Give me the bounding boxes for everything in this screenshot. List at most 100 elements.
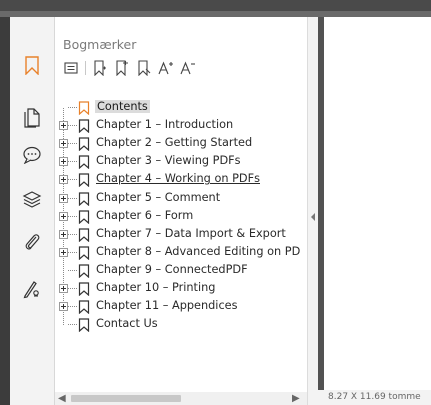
- bookmark-item[interactable]: Chapter 2 – Getting Started: [55, 135, 307, 153]
- bookmark-item[interactable]: Chapter 3 – Viewing PDFs: [55, 153, 307, 171]
- pages-tab[interactable]: [10, 103, 54, 133]
- bookmark-icon: [78, 209, 90, 224]
- status-bar: 8.27 X 11.69 tomme: [318, 390, 431, 405]
- tree-branch-line: [68, 215, 77, 217]
- comments-icon: [23, 146, 41, 164]
- pages-icon: [24, 108, 40, 128]
- add-child-bookmark-button[interactable]: [112, 58, 132, 78]
- tree-branch-line: [68, 306, 77, 308]
- bookmarks-tree-viewport: Contents Chapter 1 – Introduction Chapter …: [55, 99, 307, 399]
- document-area: [318, 17, 431, 405]
- bookmark-label[interactable]: Contact Us: [96, 317, 158, 330]
- options-icon: [64, 62, 78, 74]
- expand-icon[interactable]: [59, 193, 68, 203]
- add-bookmark-button[interactable]: [90, 58, 110, 78]
- bookmark-label[interactable]: Chapter 1 – Introduction: [96, 118, 233, 131]
- bookmark-icon: [78, 119, 90, 134]
- tree-branch-line: [68, 251, 77, 253]
- delete-bookmark-button[interactable]: [134, 58, 154, 78]
- bookmark-label[interactable]: Chapter 8 – Advanced Editing on PD: [96, 245, 300, 258]
- tree-branch-line: [68, 197, 77, 199]
- bookmark-icon: [78, 300, 90, 315]
- bookmark-item[interactable]: Chapter 8 – Advanced Editing on PD: [55, 244, 307, 262]
- bookmark-item[interactable]: Chapter 7 – Data Import & Export: [55, 226, 307, 244]
- expand-icon[interactable]: [59, 175, 68, 185]
- bookmark-label[interactable]: Chapter 2 – Getting Started: [96, 136, 252, 149]
- toolbar-separator: [85, 61, 86, 75]
- tree-branch-line: [68, 107, 77, 108]
- scroll-right-icon[interactable]: ▶: [292, 393, 300, 404]
- expand-icon[interactable]: [59, 157, 68, 167]
- increase-text-size-icon: [158, 61, 173, 75]
- bookmark-item[interactable]: Chapter 4 – Working on PDFs: [55, 171, 307, 189]
- bookmark-item[interactable]: Contact Us: [55, 316, 307, 334]
- bookmarks-toolbar: [61, 58, 200, 78]
- bookmark-label[interactable]: Chapter 11 – Appendices: [96, 299, 238, 312]
- left-rail: [0, 17, 10, 405]
- bookmark-item[interactable]: Chapter 5 – Comment: [55, 190, 307, 208]
- bookmark-item[interactable]: Chapter 6 – Form: [55, 208, 307, 226]
- bookmark-icon: [78, 155, 90, 170]
- bookmarks-icon: [25, 55, 39, 75]
- document-page[interactable]: [324, 17, 431, 390]
- scroll-left-icon[interactable]: ◀: [58, 393, 66, 404]
- options-button[interactable]: [61, 58, 81, 78]
- bookmark-icon: [78, 173, 90, 188]
- tree-branch-line: [68, 179, 77, 181]
- bookmark-icon: [78, 137, 90, 152]
- bookmark-icon: [78, 282, 90, 296]
- bookmark-item[interactable]: Chapter 11 – Appendices: [55, 298, 307, 316]
- horizontal-scrollbar[interactable]: ◀ ▶: [55, 392, 307, 405]
- bookmark-label[interactable]: Chapter 7 – Data Import & Export: [96, 227, 286, 240]
- expand-icon[interactable]: [59, 302, 68, 312]
- attachments-icon: [25, 234, 40, 250]
- bookmark-icon: [78, 264, 90, 278]
- expand-icon[interactable]: [59, 211, 68, 221]
- bookmark-label[interactable]: Chapter 4 – Working on PDFs: [96, 172, 260, 185]
- bookmark-label[interactable]: Chapter 5 – Comment: [96, 191, 220, 204]
- tree-branch-line: [68, 324, 77, 326]
- bookmark-label[interactable]: Contents: [95, 100, 150, 113]
- attachments-tab[interactable]: [10, 227, 54, 257]
- expand-icon[interactable]: [59, 247, 68, 257]
- add-child-bookmark-icon: [116, 60, 128, 76]
- tree-branch-line: [68, 269, 77, 271]
- collapse-panel-icon[interactable]: [311, 213, 315, 221]
- bookmark-item[interactable]: Chapter 10 – Printing: [55, 280, 307, 298]
- bookmark-icon: [78, 228, 90, 242]
- tree-branch-line: [68, 125, 77, 127]
- comments-tab[interactable]: [10, 140, 54, 170]
- scrollbar-thumb[interactable]: [71, 395, 181, 402]
- layers-icon: [22, 191, 42, 208]
- bookmark-label[interactable]: Chapter 6 – Form: [96, 209, 193, 222]
- expand-icon[interactable]: [59, 284, 68, 293]
- tree-branch-line: [68, 233, 77, 235]
- bookmark-label[interactable]: Chapter 10 – Printing: [96, 281, 215, 294]
- bookmarks-tab[interactable]: [10, 50, 54, 80]
- expand-icon[interactable]: [59, 229, 68, 239]
- decrease-text-size-button[interactable]: [178, 58, 198, 78]
- navigation-icon-bar: [10, 17, 55, 405]
- expand-icon[interactable]: [59, 139, 68, 149]
- bookmark-item[interactable]: Chapter 1 – Introduction: [55, 117, 307, 135]
- expand-icon[interactable]: [59, 121, 68, 131]
- layers-tab[interactable]: [10, 184, 54, 214]
- signatures-icon: [23, 281, 39, 299]
- tree-branch-line: [68, 161, 77, 163]
- bookmark-label[interactable]: Chapter 9 – ConnectedPDF: [96, 263, 248, 276]
- bookmark-item[interactable]: Chapter 9 – ConnectedPDF: [55, 262, 307, 280]
- bookmark-icon: [78, 246, 90, 260]
- increase-text-size-button[interactable]: [156, 58, 176, 78]
- delete-bookmark-icon: [138, 60, 151, 76]
- add-bookmark-icon: [94, 60, 106, 76]
- bookmark-label[interactable]: Chapter 3 – Viewing PDFs: [96, 154, 241, 167]
- tree-branch-line: [68, 143, 77, 145]
- decrease-text-size-icon: [180, 61, 195, 75]
- bookmark-icon: [78, 191, 90, 206]
- bookmark-icon: [78, 318, 90, 333]
- bookmark-item[interactable]: Contents: [55, 99, 307, 117]
- signatures-tab[interactable]: [10, 274, 54, 304]
- bookmarks-panel: Bogmærker Contents Chapter 1 – Introducti…: [55, 17, 307, 405]
- page-size-label: 8.27 X 11.69 tomme: [328, 392, 421, 402]
- tree-branch-line: [68, 288, 77, 289]
